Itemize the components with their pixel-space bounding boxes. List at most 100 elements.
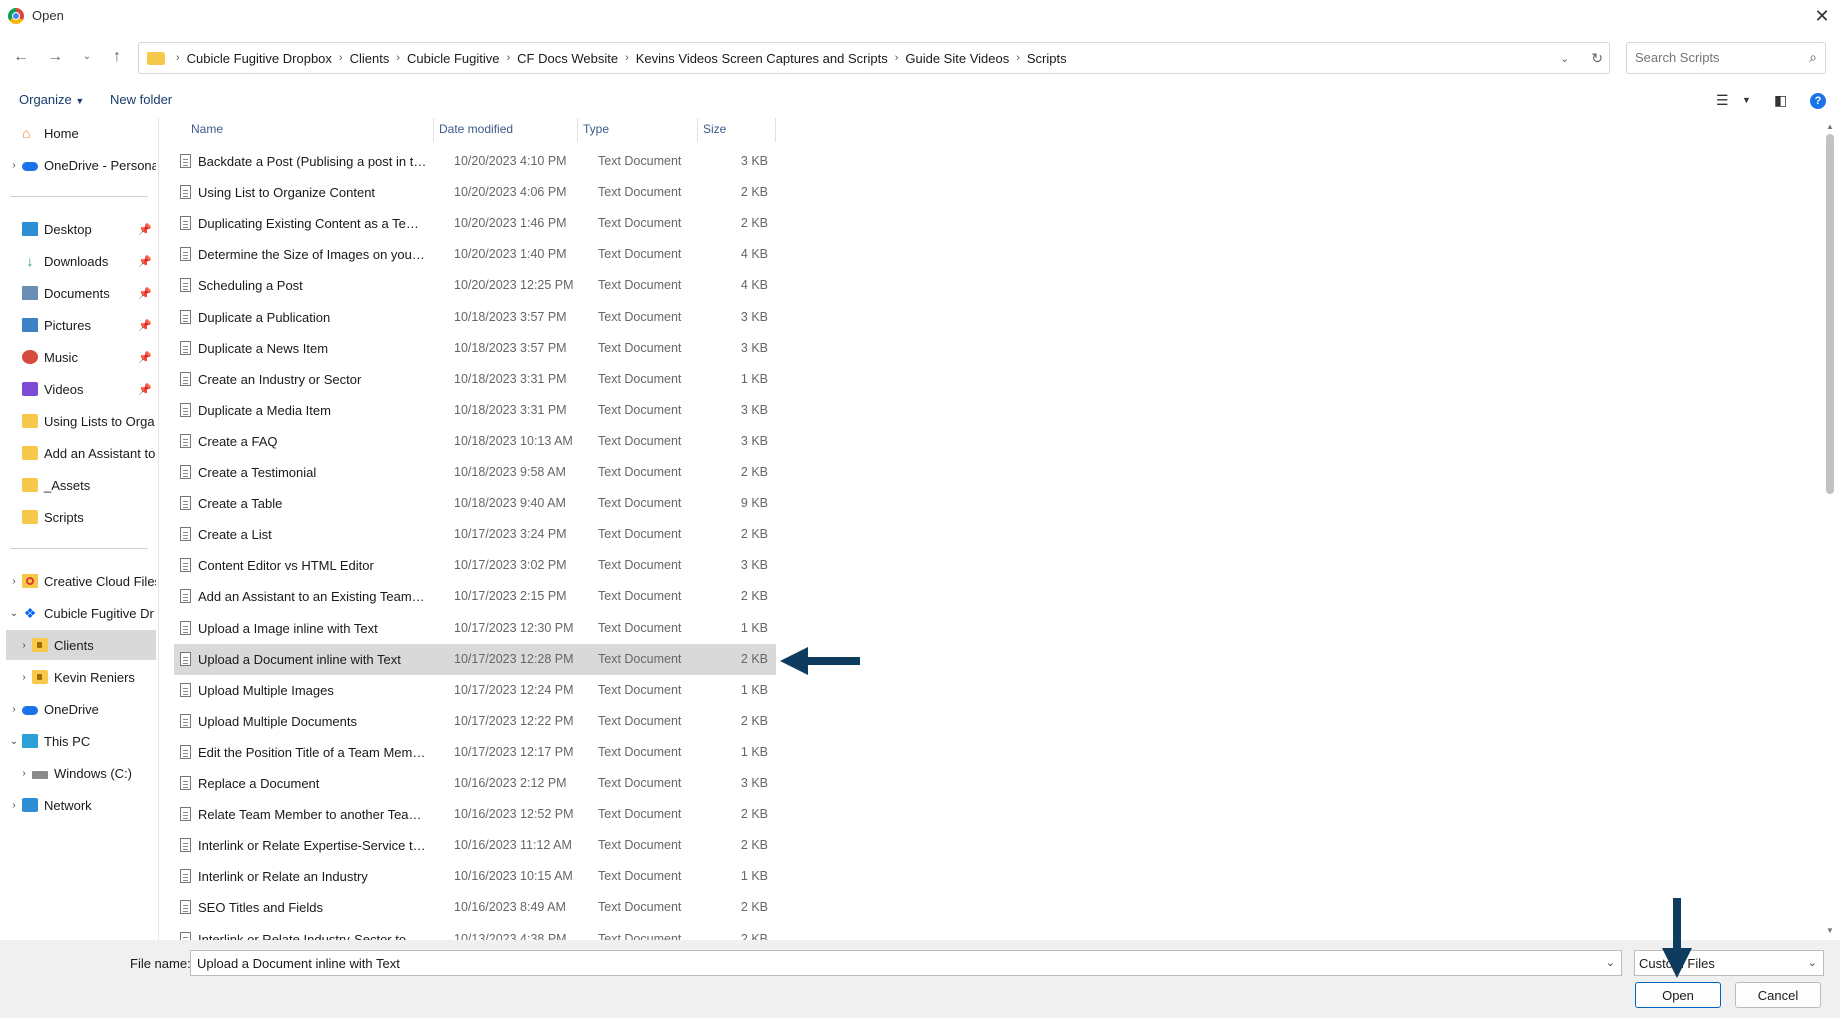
breadcrumb-item[interactable]: Guide Site Videos — [905, 51, 1009, 66]
search-input[interactable] — [1633, 49, 1797, 66]
cancel-button[interactable]: Cancel — [1735, 982, 1821, 1008]
sidebar-item-creative-cloud[interactable]: › Creative Cloud Files — [6, 566, 156, 596]
vertical-scrollbar-thumb[interactable] — [1826, 134, 1834, 494]
table-row[interactable]: Create a Table 10/18/2023 9:40 AM Text Doc… — [174, 488, 776, 519]
sidebar-item-using-lists[interactable]: Using Lists to Orga — [6, 406, 156, 436]
sidebar-item-home[interactable]: ⌂ Home — [6, 118, 156, 148]
open-button[interactable]: Open — [1635, 982, 1721, 1008]
table-row[interactable]: Add an Assistant to an Existing Team Me.… — [174, 581, 776, 612]
table-row[interactable]: Create a List 10/17/2023 3:24 PM Text Docu… — [174, 519, 776, 550]
help-icon[interactable]: ? — [1810, 93, 1826, 109]
table-row[interactable]: Duplicate a Publication 10/18/2023 3:57 P… — [174, 302, 776, 333]
table-row[interactable]: Edit the Position Title of a Team Member… — [174, 737, 776, 768]
chevron-right-icon[interactable]: › — [339, 52, 343, 64]
preview-pane-icon[interactable]: ◧ — [1774, 92, 1787, 109]
table-row[interactable]: Interlink or Relate Expertise-Service to… — [174, 830, 776, 861]
breadcrumb-item[interactable]: Cubicle Fugitive — [407, 51, 500, 66]
breadcrumb-item[interactable]: Kevins Videos Screen Captures and Script… — [636, 51, 888, 66]
chevron-right-icon[interactable]: › — [1016, 52, 1020, 64]
sidebar-item-desktop[interactable]: Desktop 📌 — [6, 214, 156, 244]
sidebar-item-onedrive-personal[interactable]: › OneDrive - Persona — [6, 150, 156, 180]
scroll-down-icon[interactable]: ▼ — [1826, 926, 1834, 935]
column-divider[interactable] — [433, 118, 434, 142]
scroll-up-icon[interactable]: ▲ — [1826, 122, 1834, 131]
breadcrumb-item[interactable]: Cubicle Fugitive Dropbox — [187, 51, 332, 66]
chevron-down-icon[interactable]: ⌄ — [1606, 956, 1615, 969]
chevron-right-icon[interactable]: › — [895, 52, 899, 64]
column-divider[interactable] — [697, 118, 698, 142]
file-name-input[interactable] — [195, 955, 1579, 972]
sidebar-item-add-assistant[interactable]: Add an Assistant to — [6, 438, 156, 468]
sidebar-item-documents[interactable]: Documents 📌 — [6, 278, 156, 308]
table-row[interactable]: Create a Testimonial 10/18/2023 9:58 AM Te… — [174, 457, 776, 488]
sidebar-item-kevin-reniers[interactable]: › Kevin Reniers — [6, 662, 156, 692]
table-row[interactable]: Duplicate a News Item 10/18/2023 3:57 PM T… — [174, 333, 776, 364]
chevron-right-icon[interactable]: › — [176, 52, 180, 64]
table-row[interactable]: Upload a Image inline with Text 10/17/202… — [174, 613, 776, 644]
sidebar-item-clients[interactable]: › Clients — [6, 630, 156, 660]
sidebar-item-scripts[interactable]: Scripts — [6, 502, 156, 532]
sidebar-item-downloads[interactable]: ↓ Downloads 📌 — [6, 246, 156, 276]
chevron-right-icon[interactable]: › — [16, 640, 32, 651]
breadcrumb-item[interactable]: Clients — [350, 51, 390, 66]
column-header-size[interactable]: Size — [703, 122, 726, 136]
sidebar-item-videos[interactable]: Videos 📌 — [6, 374, 156, 404]
table-row[interactable]: Interlink or Relate Industry-Sector to a… — [174, 924, 776, 940]
table-row[interactable]: SEO Titles and Fields 10/16/2023 8:49 AM T… — [174, 892, 776, 923]
view-list-icon[interactable]: ☰ — [1716, 92, 1729, 109]
breadcrumb-item[interactable]: Scripts — [1027, 51, 1067, 66]
chevron-right-icon[interactable]: › — [6, 800, 22, 811]
chevron-right-icon[interactable]: › — [16, 768, 32, 779]
recent-locations-chevron-icon[interactable]: ⌄ — [74, 44, 100, 70]
new-folder-button[interactable]: New folder — [110, 92, 172, 107]
table-row[interactable]: Upload a Document inline with Text 10/17/… — [174, 643, 776, 675]
forward-arrow-icon[interactable]: → — [42, 44, 68, 70]
table-row[interactable]: Relate Team Member to another Team M... 1… — [174, 799, 776, 830]
sidebar-item-assets[interactable]: _Assets — [6, 470, 156, 500]
column-divider[interactable] — [577, 118, 578, 142]
table-row[interactable]: Content Editor vs HTML Editor 10/17/2023 … — [174, 550, 776, 581]
column-header-name[interactable]: Name — [191, 122, 223, 136]
file-name-combobox[interactable]: ⌄ — [190, 950, 1622, 976]
table-row[interactable]: Interlink or Relate an Industry 10/16/202… — [174, 861, 776, 892]
table-row[interactable]: Create a FAQ 10/18/2023 10:13 AM Text Docu… — [174, 426, 776, 457]
refresh-icon[interactable]: ↻ — [1591, 50, 1603, 67]
chevron-right-icon[interactable]: › — [6, 704, 22, 715]
chevron-right-icon[interactable]: › — [16, 672, 32, 683]
address-history-chevron-icon[interactable]: ⌄ — [1560, 52, 1569, 65]
sidebar-item-music[interactable]: Music 📌 — [6, 342, 156, 372]
column-divider[interactable] — [775, 118, 776, 142]
table-row[interactable]: Duplicate a Media Item 10/18/2023 3:31 PM… — [174, 395, 776, 426]
table-row[interactable]: Determine the Size of Images on your We.… — [174, 239, 776, 270]
chevron-down-icon[interactable]: ⌄ — [1808, 956, 1817, 969]
table-row[interactable]: Using List to Organize Content 10/20/2023… — [174, 177, 776, 208]
table-row[interactable]: Backdate a Post (Publising a post in the… — [174, 146, 776, 177]
chevron-right-icon[interactable]: › — [625, 52, 629, 64]
back-arrow-icon[interactable]: ← — [8, 44, 34, 70]
sidebar-item-this-pc[interactable]: ⌄ This PC — [6, 726, 156, 756]
sidebar-item-onedrive[interactable]: › OneDrive — [6, 694, 156, 724]
table-row[interactable]: Scheduling a Post 10/20/2023 12:25 PM Text… — [174, 270, 776, 301]
sidebar-item-windows-c[interactable]: › Windows (C:) — [6, 758, 156, 788]
chevron-right-icon[interactable]: › — [6, 160, 22, 171]
chevron-right-icon[interactable]: › — [507, 52, 511, 64]
table-row[interactable]: Replace a Document 10/16/2023 2:12 PM Text… — [174, 768, 776, 799]
sidebar-item-pictures[interactable]: Pictures 📌 — [6, 310, 156, 340]
organize-menu[interactable]: Organize ▼ — [19, 92, 84, 107]
address-bar[interactable]: › Cubicle Fugitive Dropbox › Clients › Cubicl… — [138, 42, 1610, 74]
chevron-right-icon[interactable]: › — [6, 576, 22, 587]
sidebar-item-cubicle-dropbox[interactable]: ⌄ ❖ Cubicle Fugitive Dr — [6, 598, 156, 628]
chevron-down-icon[interactable]: ⌄ — [6, 736, 22, 747]
breadcrumb-item[interactable]: CF Docs Website — [517, 51, 618, 66]
search-box[interactable]: ⌕ — [1626, 42, 1826, 74]
table-row[interactable]: Upload Multiple Images 10/17/2023 12:24 P… — [174, 675, 776, 706]
column-header-type[interactable]: Type — [583, 122, 609, 136]
up-arrow-icon[interactable]: ↑ — [104, 44, 130, 70]
view-options-caret-icon[interactable]: ▼ — [1742, 95, 1751, 105]
table-row[interactable]: Create an Industry or Sector 10/18/2023 3… — [174, 364, 776, 395]
chevron-down-icon[interactable]: ⌄ — [6, 608, 22, 619]
chevron-right-icon[interactable]: › — [396, 52, 400, 64]
sidebar-item-network[interactable]: › Network — [6, 790, 156, 820]
table-row[interactable]: Duplicating Existing Content as a Templa… — [174, 208, 776, 239]
close-icon[interactable]: ✕ — [1810, 4, 1834, 28]
